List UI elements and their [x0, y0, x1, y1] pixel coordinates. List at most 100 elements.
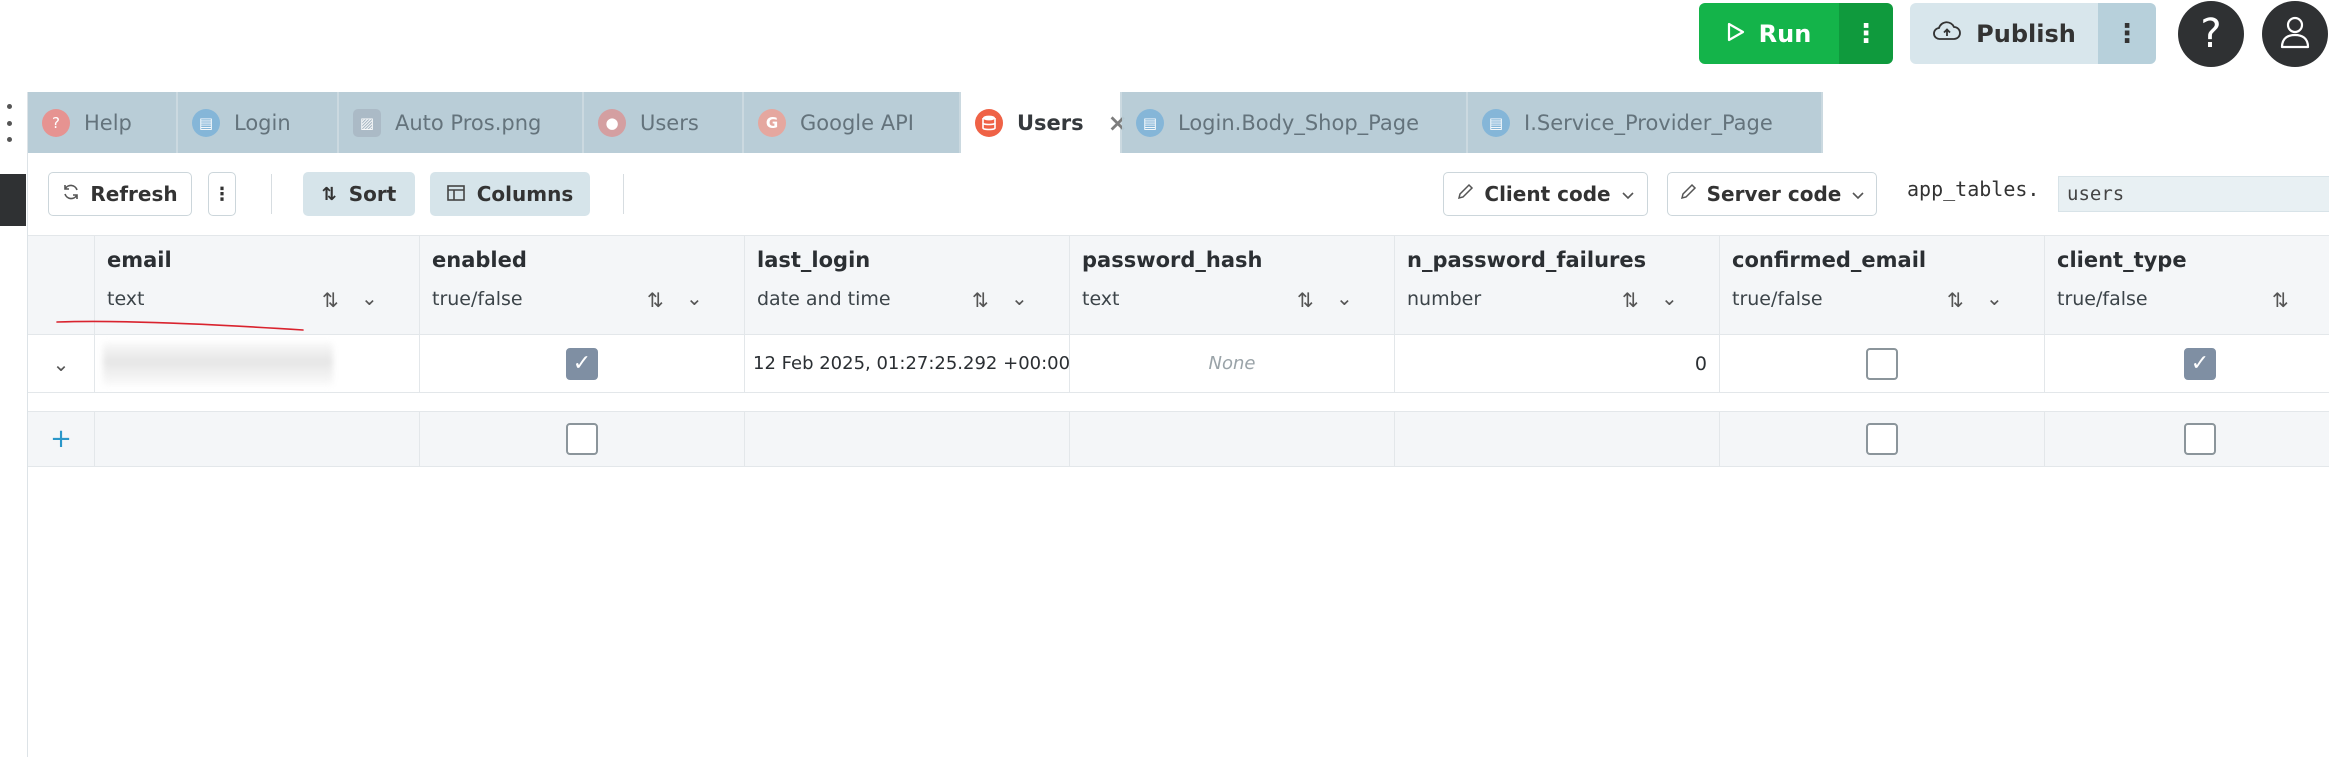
column-header-n-password-failures[interactable]: n_password_failures number ⇅ ⌄	[1394, 236, 1719, 336]
tab-users-table[interactable]: Users ×	[961, 92, 1128, 153]
checkbox-unchecked[interactable]	[2184, 423, 2216, 455]
sort-arrows-icon[interactable]: ⇅	[322, 288, 339, 312]
tab-users-form[interactable]: ● Users	[584, 92, 744, 153]
new-cell-email[interactable]	[94, 412, 419, 466]
row-expand-cell[interactable]: ⌄	[28, 335, 94, 392]
columns-label: Columns	[476, 182, 574, 206]
sidebar-collapsed-indicator[interactable]	[0, 174, 26, 226]
column-header-client-type[interactable]: client_type true/false ⇅	[2044, 236, 2329, 336]
add-row-cell[interactable]: +	[28, 412, 94, 466]
new-cell-n-password-failures[interactable]	[1394, 412, 1719, 466]
cell-email[interactable]	[94, 335, 419, 392]
run-options-button[interactable]: ⋮	[1839, 3, 1893, 64]
sort-arrows-icon[interactable]: ⇅	[1622, 288, 1639, 312]
server-code-button[interactable]: Server code	[1667, 172, 1877, 216]
checkbox-checked[interactable]: ✓	[2184, 347, 2216, 380]
play-icon	[1727, 20, 1745, 48]
toolbar-divider	[271, 174, 272, 214]
editor-tabs: ? Help ▤ Login ▨ Auto Pros.png ● Users G…	[28, 92, 1823, 153]
chevron-down-icon[interactable]: ⌄	[1336, 286, 1353, 310]
checkbox-unchecked[interactable]	[1866, 347, 1898, 380]
tab-login[interactable]: ▤ Login	[178, 92, 339, 153]
column-header-confirmed-email[interactable]: confirmed_email true/false ⇅ ⌄	[1719, 236, 2044, 336]
column-name: confirmed_email	[1732, 248, 1927, 272]
checkbox-checked[interactable]: ✓	[566, 347, 598, 380]
tab-label: Login	[234, 110, 291, 135]
chevron-down-icon[interactable]: ⌄	[53, 352, 70, 376]
publish-options-button[interactable]: ⋮	[2098, 3, 2156, 64]
column-name: last_login	[757, 248, 871, 272]
google-icon: G	[758, 108, 786, 137]
tab-help[interactable]: ? Help	[28, 92, 178, 153]
sort-arrows-icon[interactable]: ⇅	[1297, 288, 1314, 312]
table-row[interactable]: ⌄ ✓ 12 Feb 2025, 01:27:25.292 +00:00 Non…	[28, 335, 2329, 393]
sort-arrows-icon[interactable]: ⇅	[647, 288, 664, 312]
sort-arrows-icon[interactable]: ⇅	[1947, 288, 1964, 312]
run-button[interactable]: Run	[1699, 3, 1839, 64]
sort-icon: ⇅	[321, 183, 337, 205]
column-type: true/false	[1732, 288, 1823, 310]
last-login-value: 12 Feb 2025, 01:27:25.292 +00:00	[753, 353, 1071, 374]
column-type: number	[1407, 288, 1482, 310]
new-cell-last-login[interactable]	[744, 412, 1069, 466]
column-type: true/false	[2057, 288, 2148, 310]
chevron-down-icon[interactable]: ⌄	[1661, 286, 1678, 310]
sort-button[interactable]: ⇅ Sort	[303, 172, 415, 216]
sort-arrows-icon[interactable]: ⇅	[972, 288, 989, 312]
new-cell-client-type[interactable]	[2044, 412, 2329, 466]
cell-n-password-failures[interactable]: 0	[1394, 335, 1719, 392]
column-header-last-login[interactable]: last_login date and time ⇅ ⌄	[744, 236, 1069, 336]
chevron-down-icon	[1621, 182, 1635, 206]
top-bar: Run ⋮ Publish ⋮ ?	[0, 0, 2329, 90]
sidebar-menu-handle[interactable]	[0, 104, 18, 142]
image-icon: ▨	[353, 108, 381, 137]
tab-service-provider-page[interactable]: ▤ I.Service_Provider_Page	[1468, 92, 1823, 153]
new-row[interactable]: +	[28, 411, 2329, 467]
columns-button[interactable]: Columns	[430, 172, 590, 216]
sort-arrows-icon[interactable]: ⇅	[2272, 288, 2289, 312]
more-options-button[interactable]: ⋮	[208, 172, 236, 216]
cell-client-type[interactable]: ✓	[2044, 335, 2329, 392]
column-name: email	[107, 248, 172, 272]
client-code-label: Client code	[1484, 182, 1611, 206]
more-vertical-icon: ⋮	[213, 183, 231, 205]
database-icon	[975, 108, 1003, 137]
column-header-password-hash[interactable]: password_hash text ⇅ ⌄	[1069, 236, 1394, 336]
table-python-name-field[interactable]: users	[2058, 176, 2329, 212]
checkbox-unchecked[interactable]	[566, 423, 598, 455]
cell-enabled[interactable]: ✓	[419, 335, 744, 392]
cell-confirmed-email[interactable]	[1719, 335, 2044, 392]
red-annotation-underline	[56, 320, 304, 331]
cell-password-hash[interactable]: None	[1069, 335, 1394, 392]
tab-google-api[interactable]: G Google API	[744, 92, 961, 153]
pencil-icon	[1456, 182, 1474, 206]
tab-label: Users	[640, 110, 699, 135]
chevron-down-icon[interactable]: ⌄	[361, 286, 378, 310]
refresh-button[interactable]: Refresh	[48, 172, 192, 216]
column-type: text	[1082, 288, 1120, 310]
cell-last-login[interactable]: 12 Feb 2025, 01:27:25.292 +00:00	[744, 335, 1071, 392]
form-icon: ▤	[192, 108, 220, 137]
checkbox-unchecked[interactable]	[1866, 423, 1898, 455]
tab-login-body-shop-page[interactable]: ▤ Login.Body_Shop_Page	[1122, 92, 1468, 153]
chevron-down-icon[interactable]: ⌄	[1986, 286, 2003, 310]
tab-auto-pros-image[interactable]: ▨ Auto Pros.png	[339, 92, 584, 153]
publish-button[interactable]: Publish	[1910, 3, 2098, 64]
client-code-button[interactable]: Client code	[1443, 172, 1648, 216]
publish-label: Publish	[1976, 19, 2076, 48]
new-cell-confirmed-email[interactable]	[1719, 412, 2044, 466]
new-cell-password-hash[interactable]	[1069, 412, 1394, 466]
chevron-down-icon[interactable]: ⌄	[686, 286, 703, 310]
user-account-button[interactable]	[2262, 1, 2328, 67]
new-cell-enabled[interactable]	[419, 412, 744, 466]
chevron-down-icon[interactable]: ⌄	[1011, 286, 1028, 310]
plus-icon[interactable]: +	[50, 424, 72, 454]
column-header-enabled[interactable]: enabled true/false ⇅ ⌄	[419, 236, 744, 336]
pencil-icon	[1679, 182, 1697, 206]
publish-button-group: Publish ⋮	[1910, 3, 2156, 64]
tab-label: Auto Pros.png	[395, 110, 542, 135]
table-toolbar: Refresh ⋮ ⇅ Sort Columns Client code Ser…	[28, 153, 2329, 235]
help-button[interactable]: ?	[2178, 1, 2244, 67]
refresh-icon	[62, 182, 80, 206]
sort-label: Sort	[348, 182, 397, 206]
